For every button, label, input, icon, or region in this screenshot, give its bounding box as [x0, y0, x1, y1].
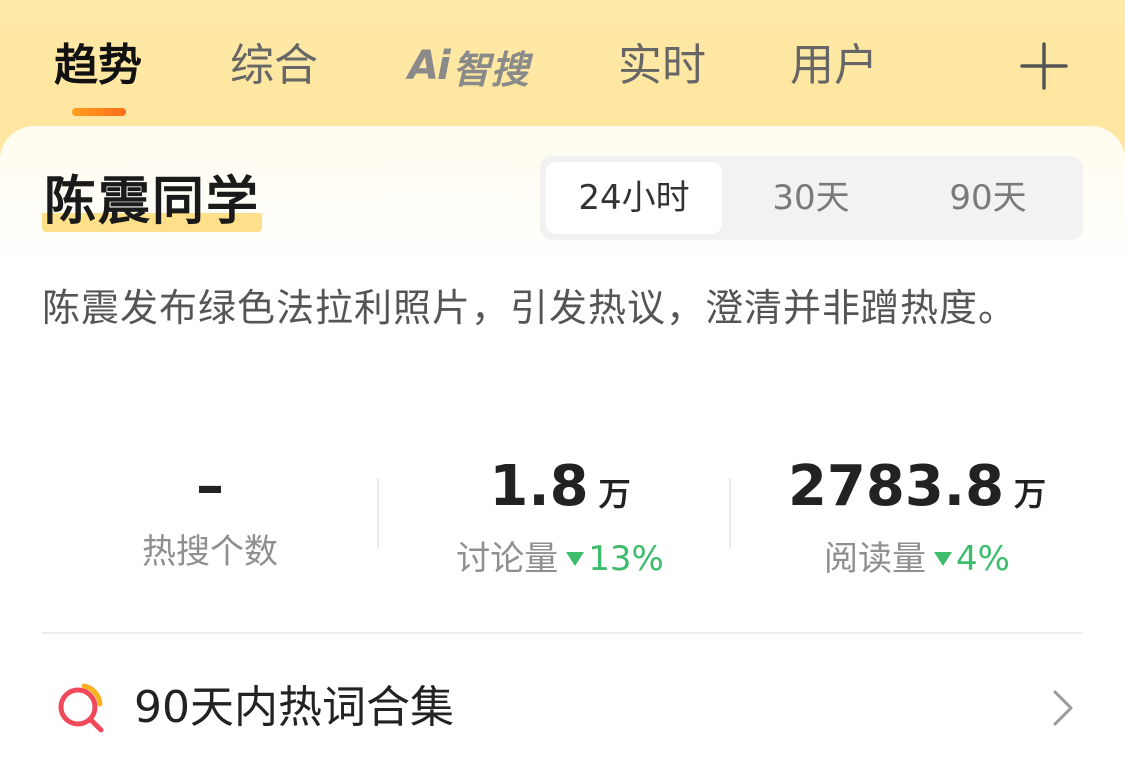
top-tab-bar: 趋势 综合 Ai 智搜 实时 用户: [0, 0, 1125, 128]
tab-trend[interactable]: 趋势: [54, 38, 142, 94]
tab-realtime[interactable]: 实时: [618, 38, 706, 94]
stat-label: 阅读量 4%: [824, 539, 1010, 579]
trend-down-indicator: 13%: [566, 539, 664, 579]
tab-ai-search[interactable]: Ai 智搜: [408, 38, 529, 94]
hot-words-label: 90天内热词合集: [134, 682, 454, 733]
topic-card: 陈震同学 24小时 30天 90天 陈震发布绿色法拉利照片，引发热议，澄清并非蹭…: [0, 126, 1125, 780]
triangle-down-icon: [934, 551, 953, 566]
stat-label: 讨论量 13%: [456, 539, 664, 579]
chevron-right-icon: [1053, 690, 1073, 726]
plus-icon[interactable]: [1018, 40, 1070, 92]
section-divider: [42, 632, 1083, 634]
hot-words-collection-link[interactable]: 90天内热词合集: [42, 666, 1083, 750]
range-option-24h[interactable]: 24小时: [546, 162, 722, 234]
topic-title: 陈震同学: [42, 172, 263, 232]
search-hot-icon: [58, 683, 104, 733]
stat-value: –: [196, 454, 224, 519]
stat-discussion: 1.8 万 讨论量 13%: [400, 450, 720, 587]
tab-overall[interactable]: 综合: [230, 38, 318, 94]
stat-divider: [377, 478, 379, 548]
tab-ai-search-label: 智搜: [452, 47, 529, 92]
stat-hot-search-count: – 热搜个数: [60, 450, 360, 580]
active-tab-indicator: [72, 108, 126, 116]
stat-value: 2783.8 万: [787, 454, 1047, 519]
triangle-down-icon: [566, 551, 585, 566]
trend-down-indicator: 4%: [934, 539, 1010, 579]
range-option-90d[interactable]: 90天: [900, 162, 1076, 234]
range-option-30d[interactable]: 30天: [723, 162, 899, 234]
stat-reads: 2783.8 万 阅读量 4%: [752, 450, 1082, 587]
tab-users[interactable]: 用户: [790, 38, 878, 94]
topic-summary: 陈震发布绿色法拉利照片，引发热议，澄清并非蹭热度。: [42, 286, 1018, 330]
ai-logo-mark: Ai: [408, 43, 451, 89]
time-range-selector: 24小时 30天 90天: [540, 156, 1083, 240]
stat-label: 热搜个数: [142, 532, 278, 572]
stat-divider: [729, 478, 731, 548]
stat-value: 1.8 万: [489, 454, 631, 519]
